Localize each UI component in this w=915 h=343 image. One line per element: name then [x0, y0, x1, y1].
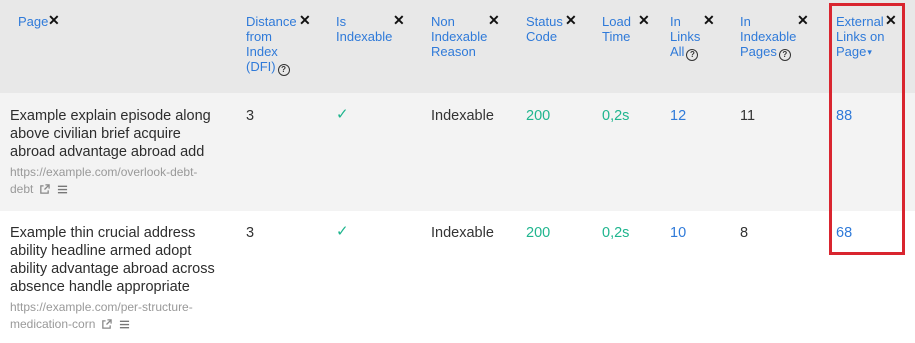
in-indexable-pages-value: 11: [740, 108, 756, 124]
reason-value: Indexable: [431, 225, 494, 241]
column-label: Indexable: [431, 29, 488, 44]
column-label: In: [740, 14, 751, 29]
check-icon: ✓: [336, 223, 349, 240]
column-label: Links: [670, 29, 701, 44]
status-code-value: 200: [526, 108, 551, 124]
status-code-value: 200: [526, 225, 551, 241]
close-icon[interactable]: ✕: [299, 12, 311, 28]
column-label: Distance: [246, 14, 297, 29]
column-label: Load: [602, 14, 631, 29]
menu-icon[interactable]: [57, 184, 68, 195]
close-icon[interactable]: ✕: [48, 12, 60, 28]
column-label: (DFI): [246, 59, 276, 74]
column-header-dfi[interactable]: Distance from Index (DFI)?: [246, 14, 297, 76]
close-icon[interactable]: ✕: [488, 12, 500, 28]
crawl-results-table: Page ✕ Distance from Index (DFI)? ✕ Is I…: [0, 0, 915, 343]
column-label: Reason: [431, 44, 476, 59]
external-link-icon[interactable]: [39, 184, 51, 195]
menu-icon[interactable]: [119, 319, 130, 330]
column-label: from: [246, 29, 272, 44]
dfi-value: 3: [246, 108, 255, 124]
column-label: Non: [431, 14, 455, 29]
column-label: Indexable: [336, 29, 393, 44]
in-indexable-pages-value: 8: [740, 225, 749, 241]
close-icon[interactable]: ✕: [638, 12, 650, 28]
load-time-value: 0,2s: [602, 225, 630, 241]
column-label: Time: [602, 29, 631, 44]
reason-value: Indexable: [431, 108, 494, 124]
column-label: Pages: [740, 44, 777, 59]
external-link-icon[interactable]: [101, 319, 113, 330]
column-label: In: [670, 14, 681, 29]
page-url[interactable]: https://example.com/per-structure- medic…: [10, 299, 225, 335]
column-header-is-indexable[interactable]: Is Indexable: [336, 14, 392, 44]
in-links-all-link[interactable]: 12: [670, 107, 686, 125]
dfi-value: 3: [246, 225, 255, 241]
column-label: Indexable: [740, 29, 797, 44]
help-icon[interactable]: ?: [778, 49, 791, 61]
column-label: Index: [246, 44, 278, 59]
column-label: All: [670, 44, 685, 59]
highlight-box: [829, 3, 905, 255]
close-icon[interactable]: ✕: [393, 12, 405, 28]
table-header: Page ✕ Distance from Index (DFI)? ✕ Is I…: [0, 0, 915, 93]
column-label: Code: [526, 29, 558, 44]
help-icon[interactable]: ?: [277, 64, 290, 76]
page-title: Example thin crucial address ability hea…: [10, 225, 215, 295]
close-icon[interactable]: ✕: [565, 12, 577, 28]
column-label: Page: [18, 14, 49, 29]
column-label: Is: [336, 14, 347, 29]
column-header-in-indexable-pages[interactable]: In Indexable Pages?: [740, 14, 796, 61]
column-header-page[interactable]: Page: [18, 14, 48, 29]
page-url[interactable]: https://example.com/overlook-debt- debt: [10, 164, 225, 200]
column-label: Status: [526, 14, 563, 29]
table-row: Example thin crucial address ability hea…: [0, 211, 915, 343]
column-header-status-code[interactable]: Status Code: [526, 14, 563, 44]
close-icon[interactable]: ✕: [703, 12, 715, 28]
in-links-all-link[interactable]: 10: [670, 224, 686, 242]
column-header-in-links-all[interactable]: In Links All?: [670, 14, 700, 61]
column-header-load-time[interactable]: Load Time: [602, 14, 631, 44]
check-icon: ✓: [336, 106, 349, 123]
table-row: Example explain episode along above civi…: [0, 93, 915, 211]
page-title: Example explain episode along above civi…: [10, 108, 211, 160]
help-icon[interactable]: ?: [686, 49, 699, 61]
load-time-value: 0,2s: [602, 108, 630, 124]
close-icon[interactable]: ✕: [797, 12, 809, 28]
column-header-non-indexable-reason[interactable]: Non Indexable Reason: [431, 14, 487, 59]
